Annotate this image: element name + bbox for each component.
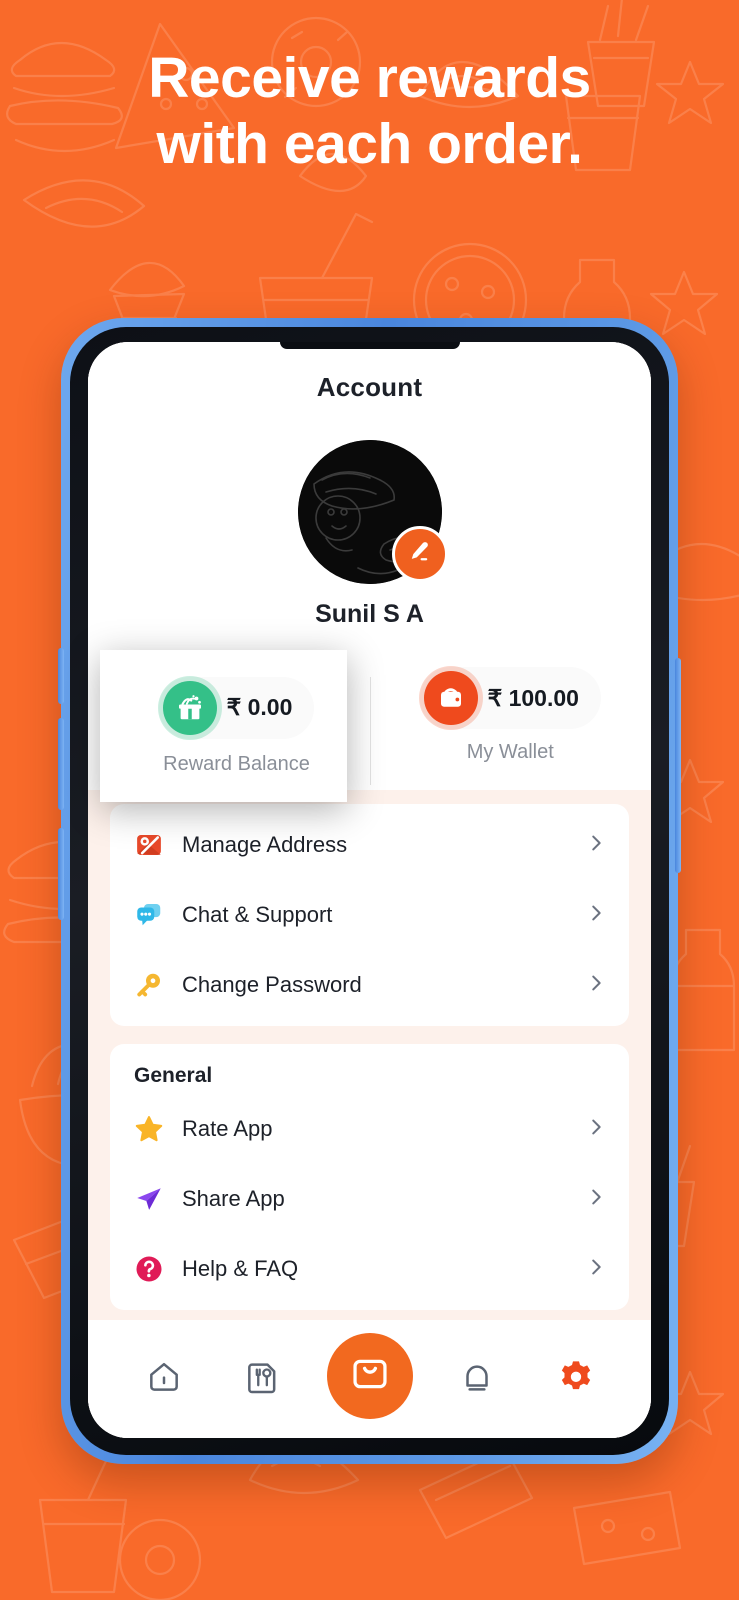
wallet-value: ₹ 100.00 [487,684,579,711]
menu-card-account: Manage Address Chat & Support Change Pas… [110,804,629,1026]
nav-item-orders-fab[interactable] [326,1333,413,1419]
bell-icon [457,1357,497,1402]
key-icon [132,968,166,1002]
chevron-right-icon [585,1116,607,1143]
spotlight-reward-value: ₹ 0.00 [226,694,293,720]
menu-item-change-password[interactable]: Change Password [110,950,629,1020]
menu-label: Help & FAQ [182,1256,299,1281]
home-icon [144,1357,184,1402]
restaurant-menu-icon [243,1357,283,1402]
chat-bubbles-icon [132,898,166,932]
nav-item-home[interactable] [129,1344,199,1414]
chevron-right-icon [585,1186,607,1213]
spotlight-reward-top: ₹ 0.00 [158,676,315,739]
phone-mockup: Account Sunil S A ₹ 100.00 My Wallet Man… [58,318,681,1464]
gear-icon [556,1357,596,1402]
phone-side-button[interactable] [58,828,64,920]
chevron-right-icon [585,972,607,999]
wallet-icon [423,671,478,725]
section-title-general: General [134,1064,213,1087]
edit-profile-badge[interactable] [391,526,448,582]
spotlight-reward-label: Reward Balance [163,752,310,775]
menu-label: Change Password [182,972,362,997]
stat-wallet-top: ₹ 100.00 [419,667,601,729]
promo-headline: Receive rewards with each order. [0,46,739,177]
shopping-bag-icon [347,1351,393,1402]
bottom-navigation [88,1320,651,1438]
menu-item-rate-app[interactable]: Rate App [110,1094,629,1164]
phone-notch [279,342,460,349]
user-name: Sunil S A [315,600,424,628]
menu-item-help-faq[interactable]: Help & FAQ [110,1234,629,1304]
phone-screen: Account Sunil S A ₹ 100.00 My Wallet Man… [88,342,651,1438]
phone-volume-down-button[interactable] [58,718,64,810]
menu-label: Chat & Support [182,902,333,927]
send-arrow-icon [132,1182,166,1216]
chevron-right-icon [585,902,607,929]
gift-icon [162,680,217,735]
menu-card-general: General Rate App Share App Help & FAQ [110,1044,629,1310]
page-title: Account [316,372,423,402]
nav-item-menu[interactable] [228,1344,298,1414]
star-icon [132,1112,166,1146]
phone-power-button[interactable] [675,658,681,873]
menu-label: Share App [182,1186,285,1211]
wallet-label: My Wallet [466,741,554,763]
menu-item-manage-address[interactable]: Manage Address [110,810,629,880]
menu-label: Rate App [182,1116,273,1141]
phone-volume-up-button[interactable] [58,648,64,704]
menu-item-share-app[interactable]: Share App [110,1164,629,1234]
chevron-right-icon [585,832,607,859]
menu-item-chat-support[interactable]: Chat & Support [110,880,629,950]
reward-balance-spotlight-card[interactable]: ₹ 0.00 Reward Balance [100,650,347,802]
avatar-wrapper[interactable] [297,440,448,584]
nav-item-settings[interactable] [541,1344,611,1414]
stat-my-wallet[interactable]: ₹ 100.00 My Wallet [370,651,652,764]
headline-line-2: with each order. [156,111,583,176]
stats-divider [369,677,371,785]
pencil-icon [407,539,433,570]
map-location-icon [132,828,166,862]
nav-item-notifications[interactable] [442,1344,512,1414]
headline-line-1: Receive rewards [148,46,591,110]
account-menu-area: Manage Address Chat & Support Change Pas… [88,790,651,1320]
question-circle-icon [132,1252,166,1286]
menu-label: Manage Address [182,832,348,857]
chevron-right-icon [585,1256,607,1283]
account-screen: Account Sunil S A ₹ 100.00 My Wallet Man… [88,342,651,1438]
